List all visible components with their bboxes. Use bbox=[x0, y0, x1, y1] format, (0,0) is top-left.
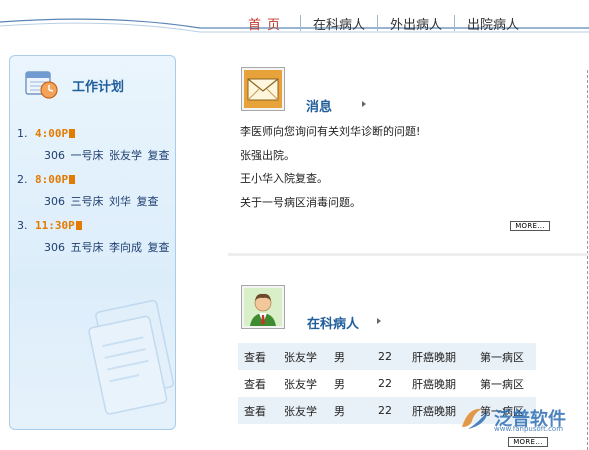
patient-ward: 第一病区 bbox=[480, 377, 524, 391]
plan-entry-action[interactable]: 复查 bbox=[137, 195, 159, 208]
message-item[interactable]: 张强出院。 bbox=[240, 148, 420, 172]
plan-entry-bed[interactable]: 五号床 bbox=[71, 241, 104, 254]
nav-item-discharged[interactable]: 出院病人 bbox=[455, 14, 531, 33]
plan-entry-patient[interactable]: 刘华 bbox=[109, 195, 131, 208]
view-link[interactable]: 查看 bbox=[238, 370, 284, 397]
work-plan-list: 1. 4:00P 306 一号床 张友学 复查 2. 8:00P 306 三号床… bbox=[17, 126, 175, 264]
work-plan-title: 工作计划 bbox=[72, 80, 125, 95]
plan-entry-number: 3. bbox=[17, 218, 28, 232]
plan-entry-patient[interactable]: 张友学 bbox=[109, 149, 142, 162]
plan-entry-time: 8:00P bbox=[35, 172, 69, 186]
time-marker-icon bbox=[69, 174, 76, 184]
watermark-url: www.fanpusoft.com bbox=[494, 425, 564, 433]
plan-entry-action[interactable]: 复查 bbox=[148, 149, 170, 162]
table-row: 查看 张友学 男 22 肝癌晚期 第一病区 bbox=[238, 343, 536, 370]
time-marker-icon bbox=[69, 128, 76, 138]
patient-sex: 男 bbox=[334, 343, 378, 370]
patient-diagnosis: 肝癌晚期 bbox=[412, 343, 480, 370]
time-marker-icon bbox=[75, 220, 82, 230]
plan-entry-action[interactable]: 复查 bbox=[148, 241, 170, 254]
message-item[interactable]: 关于一号病区消毒问题。 bbox=[240, 195, 420, 219]
inpatients-more-button[interactable]: MORE... bbox=[508, 437, 548, 447]
plan-entry-patient[interactable]: 李向成 bbox=[109, 241, 142, 254]
patient-ward: 第一病区 bbox=[480, 343, 536, 370]
nav-item-out-patients[interactable]: 外出病人 bbox=[378, 14, 454, 33]
patient-name: 张友学 bbox=[284, 377, 317, 391]
table-row: 查看 张友学 男 22 肝癌晚期 第一病区 bbox=[238, 370, 536, 397]
plan-entry: 1. 4:00P 306 一号床 张友学 复查 bbox=[17, 126, 175, 163]
inpatients-title: 在科病人 bbox=[307, 317, 360, 332]
fanpu-logo-icon bbox=[462, 408, 488, 429]
message-item[interactable]: 李医师向您询问有关刘华诊断的问题! bbox=[240, 124, 420, 148]
plan-entry-time: 11:30P bbox=[35, 218, 75, 232]
patient-name: 张友学 bbox=[284, 343, 334, 370]
nav-item-inpatients[interactable]: 在科病人 bbox=[301, 14, 377, 33]
watermark-logo: 泛普软件 www.fanpusoft.com bbox=[458, 403, 566, 433]
plan-entry-room: 306 bbox=[44, 195, 65, 208]
arrow-right-icon bbox=[362, 101, 366, 107]
plan-entry-room: 306 bbox=[44, 241, 65, 254]
plan-entry-bed[interactable]: 三号床 bbox=[71, 195, 104, 208]
nav-item-home[interactable]: 首页 bbox=[240, 14, 300, 33]
doctor-avatar-icon bbox=[241, 285, 285, 329]
work-plan-panel: 工作计划 1. 4:00P 306 一号床 张友学 复查 2. 8:00P 30… bbox=[9, 55, 176, 430]
plan-entry-room: 306 bbox=[44, 149, 65, 162]
message-list: 李医师向您询问有关刘华诊断的问题! 张强出院。 王小华入院复查。 关于一号病区消… bbox=[240, 124, 420, 218]
plan-entry: 2. 8:00P 306 三号床 刘华 复查 bbox=[17, 172, 175, 209]
main-nav: 首页 在科病人 外出病人 出院病人 bbox=[240, 12, 531, 34]
message-item[interactable]: 王小华入院复查。 bbox=[240, 171, 420, 195]
calendar-clock-icon bbox=[24, 68, 60, 103]
plan-entry-bed[interactable]: 一号床 bbox=[71, 149, 104, 162]
plan-entry: 3. 11:30P 306 五号床 李向成 复查 bbox=[17, 218, 175, 255]
content-right-border bbox=[587, 70, 588, 450]
patient-age: 22 bbox=[378, 397, 412, 424]
plan-entry-number: 2. bbox=[17, 172, 28, 186]
work-plan-header: 工作计划 bbox=[24, 68, 124, 103]
patient-sex: 男 bbox=[334, 377, 345, 391]
plan-entry-time: 4:00P bbox=[35, 126, 69, 140]
view-link[interactable]: 查看 bbox=[238, 397, 284, 424]
arrow-right-icon bbox=[377, 318, 381, 324]
patient-age: 22 bbox=[378, 377, 392, 390]
view-link[interactable]: 查看 bbox=[238, 343, 284, 370]
messages-more-button[interactable]: MORE... bbox=[510, 221, 550, 231]
messages-title: 消息 bbox=[306, 100, 333, 115]
patient-sex: 男 bbox=[334, 397, 378, 424]
paper-sheets-decoration bbox=[88, 299, 175, 415]
top-navigation-bar: 首页 在科病人 外出病人 出院病人 bbox=[0, 0, 589, 40]
plan-entry-number: 1. bbox=[17, 126, 28, 140]
section-divider bbox=[228, 253, 589, 256]
patient-diagnosis: 肝癌晚期 bbox=[412, 377, 456, 391]
envelope-icon bbox=[241, 67, 285, 111]
patient-age: 22 bbox=[378, 343, 412, 370]
patient-name: 张友学 bbox=[284, 397, 334, 424]
